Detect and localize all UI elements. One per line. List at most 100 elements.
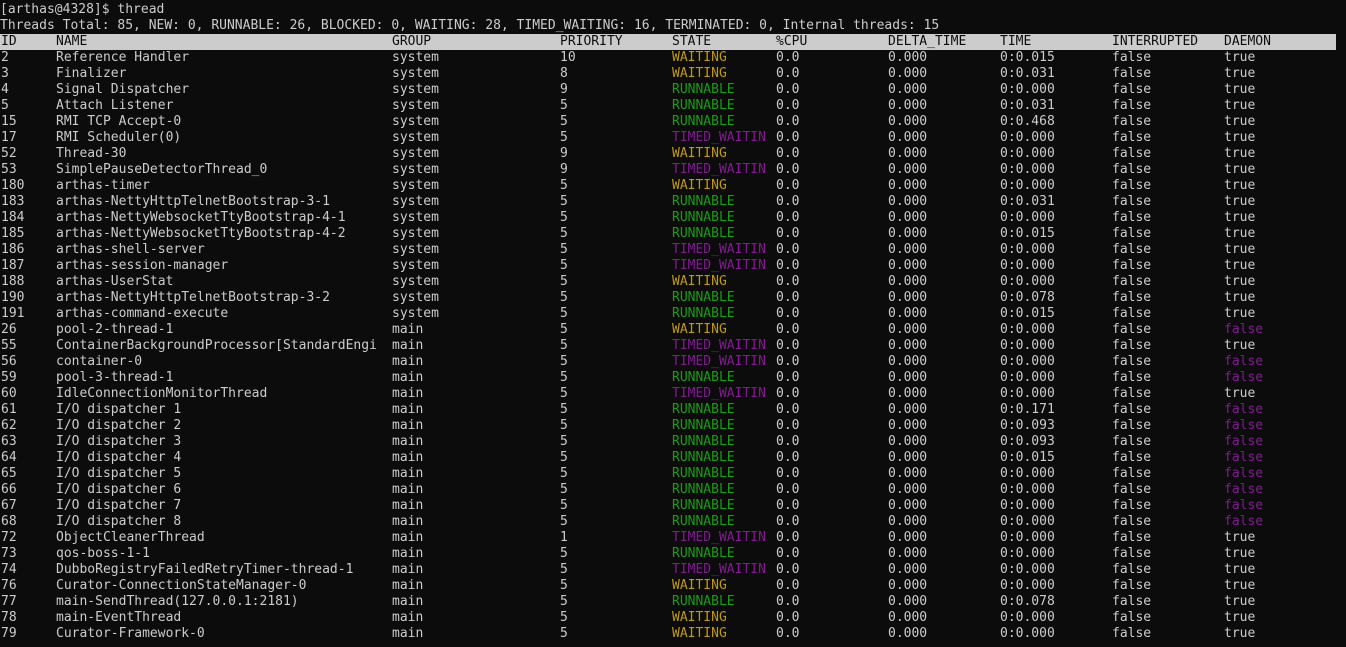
thread-priority: 5 <box>560 194 568 209</box>
thread-daemon: true <box>1224 226 1256 241</box>
column-header-daemon: DAEMON <box>1224 34 1271 49</box>
thread-group: system <box>392 258 439 273</box>
thread-cpu: 0.0 <box>776 418 800 433</box>
table-row: 62 I/O dispatcher 2 main 5 RUNNABLE 0.0 0.000 0… <box>0 418 1346 434</box>
thread-name: RMI TCP Accept-0 <box>56 114 182 129</box>
thread-daemon: true <box>1224 626 1256 641</box>
thread-delta-time: 0.000 <box>888 290 928 305</box>
thread-state: RUNNABLE <box>672 594 735 609</box>
thread-state: RUNNABLE <box>672 306 735 321</box>
thread-state: RUNNABLE <box>672 98 735 113</box>
thread-priority: 5 <box>560 610 568 625</box>
thread-interrupted: false <box>1112 354 1152 369</box>
thread-id: 65 <box>1 466 17 481</box>
thread-name: main-SendThread(127.0.0.1:2181) <box>56 594 299 609</box>
table-row: 76 Curator-ConnectionStateManager-0 main 5 W… <box>0 578 1346 594</box>
thread-name: ContainerBackgroundProcessor[StandardEng… <box>56 338 377 353</box>
thread-id: 56 <box>1 354 17 369</box>
thread-delta-time: 0.000 <box>888 562 928 577</box>
table-row: 15 RMI TCP Accept-0 system 5 RUNNABLE 0.0 0.00… <box>0 114 1346 130</box>
table-row: 79 Curator-Framework-0 main 5 WAITING 0.0 0.00… <box>0 626 1346 642</box>
thread-group: main <box>392 466 424 481</box>
thread-id: 184 <box>1 210 25 225</box>
thread-cpu: 0.0 <box>776 386 800 401</box>
thread-interrupted: false <box>1112 434 1152 449</box>
thread-cpu: 0.0 <box>776 594 800 609</box>
thread-cpu: 0.0 <box>776 370 800 385</box>
thread-state: WAITING <box>672 146 727 161</box>
thread-delta-time: 0.000 <box>888 450 928 465</box>
thread-time: 0:0.000 <box>1000 146 1055 161</box>
thread-daemon: true <box>1224 530 1256 545</box>
thread-cpu: 0.0 <box>776 402 800 417</box>
thread-interrupted: false <box>1112 66 1152 81</box>
thread-interrupted: false <box>1112 450 1152 465</box>
thread-daemon: true <box>1224 610 1256 625</box>
column-header-name: NAME <box>56 34 88 49</box>
column-header-delta-time: DELTA_TIME <box>888 34 967 49</box>
thread-time: 0:0.000 <box>1000 466 1055 481</box>
thread-daemon: false <box>1224 434 1264 449</box>
thread-id: 67 <box>1 498 17 513</box>
thread-priority: 5 <box>560 210 568 225</box>
thread-priority: 5 <box>560 98 568 113</box>
thread-daemon: true <box>1224 578 1256 593</box>
thread-id: 26 <box>1 322 17 337</box>
thread-daemon: false <box>1224 370 1264 385</box>
thread-daemon: false <box>1224 450 1264 465</box>
table-row: 72 ObjectCleanerThread main 1 TIMED_WAITIN 0.… <box>0 530 1346 546</box>
thread-cpu: 0.0 <box>776 210 800 225</box>
thread-delta-time: 0.000 <box>888 258 928 273</box>
thread-cpu: 0.0 <box>776 66 800 81</box>
thread-priority: 5 <box>560 338 568 353</box>
thread-state: TIMED_WAITIN <box>672 162 766 177</box>
thread-state: RUNNABLE <box>672 434 735 449</box>
thread-id: 186 <box>1 242 25 257</box>
thread-priority: 5 <box>560 562 568 577</box>
thread-interrupted: false <box>1112 130 1152 145</box>
thread-delta-time: 0.000 <box>888 274 928 289</box>
thread-group: system <box>392 210 439 225</box>
thread-time: 0:0.000 <box>1000 514 1055 529</box>
table-row: 4 Signal Dispatcher system 9 RUNNABLE 0.0 0.00… <box>0 82 1346 98</box>
thread-id: 53 <box>1 162 17 177</box>
thread-name: DubboRegistryFailedRetryTimer-thread-1 <box>56 562 354 577</box>
thread-cpu: 0.0 <box>776 450 800 465</box>
thread-state: WAITING <box>672 578 727 593</box>
thread-time: 0:0.000 <box>1000 338 1055 353</box>
thread-name: arthas-session-manager <box>56 258 229 273</box>
thread-id: 187 <box>1 258 25 273</box>
thread-cpu: 0.0 <box>776 498 800 513</box>
thread-delta-time: 0.000 <box>888 146 928 161</box>
thread-daemon: true <box>1224 338 1256 353</box>
thread-interrupted: false <box>1112 610 1152 625</box>
thread-cpu: 0.0 <box>776 114 800 129</box>
thread-interrupted: false <box>1112 194 1152 209</box>
thread-delta-time: 0.000 <box>888 370 928 385</box>
thread-time: 0:0.171 <box>1000 402 1055 417</box>
thread-cpu: 0.0 <box>776 194 800 209</box>
thread-group: system <box>392 226 439 241</box>
thread-id: 4 <box>1 82 9 97</box>
thread-daemon: true <box>1224 114 1256 129</box>
thread-interrupted: false <box>1112 498 1152 513</box>
thread-delta-time: 0.000 <box>888 626 928 641</box>
thread-name: pool-3-thread-1 <box>56 370 174 385</box>
thread-delta-time: 0.000 <box>888 402 928 417</box>
terminal-window[interactable]: [arthas@4328]$ thread Threads Total: 85,… <box>0 0 1346 647</box>
thread-delta-time: 0.000 <box>888 386 928 401</box>
thread-state: RUNNABLE <box>672 546 735 561</box>
table-row: 66 I/O dispatcher 6 main 5 RUNNABLE 0.0 0.000 0… <box>0 482 1346 498</box>
thread-group: main <box>392 338 424 353</box>
thread-name: I/O dispatcher 3 <box>56 434 182 449</box>
thread-name: Curator-ConnectionStateManager-0 <box>56 578 307 593</box>
thread-name: I/O dispatcher 4 <box>56 450 182 465</box>
thread-priority: 5 <box>560 594 568 609</box>
command-prompt: [arthas@4328]$ thread <box>0 2 165 17</box>
thread-priority: 8 <box>560 66 568 81</box>
column-header-cpu: %CPU <box>776 34 808 49</box>
thread-id: 62 <box>1 418 17 433</box>
thread-priority: 5 <box>560 242 568 257</box>
thread-group: main <box>392 530 424 545</box>
thread-interrupted: false <box>1112 178 1152 193</box>
